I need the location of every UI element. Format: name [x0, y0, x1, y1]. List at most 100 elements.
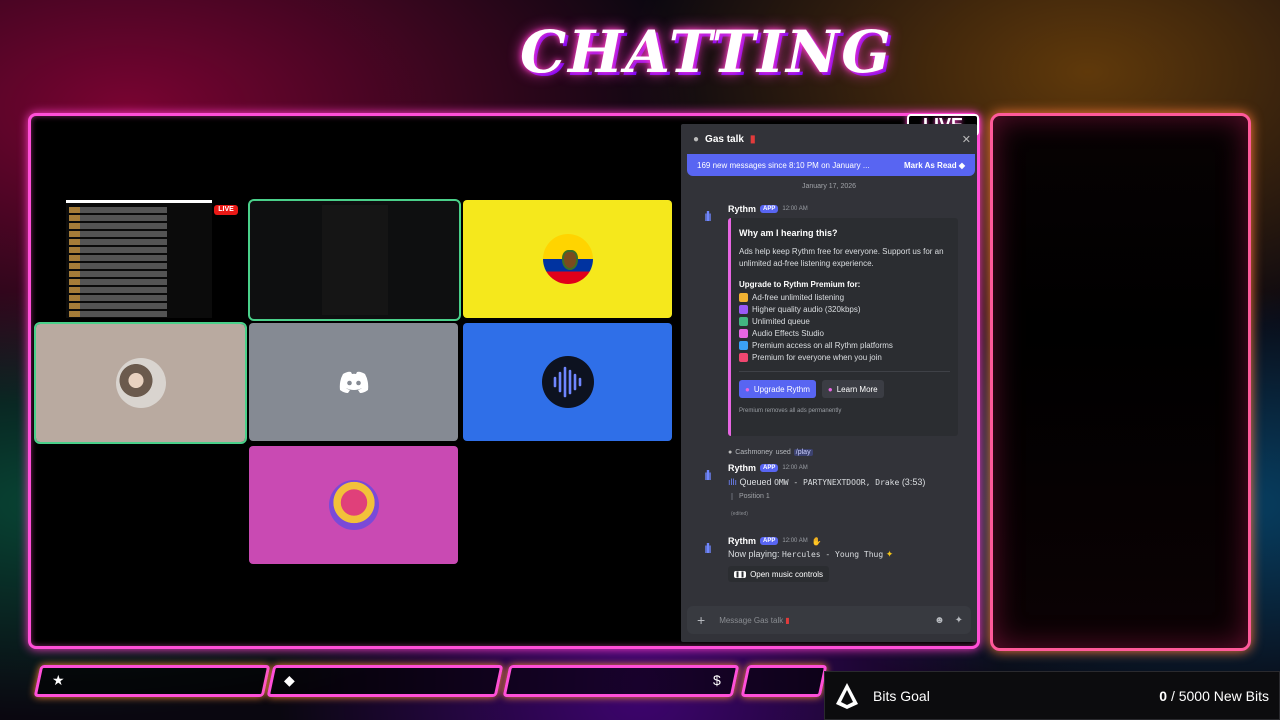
- rythm-wave-icon: [541, 356, 594, 408]
- discord-chat-panel: ● Gas talk ▮ ✕ 169 new messages since 8:…: [681, 124, 977, 642]
- wave-icon: ıllı: [728, 477, 737, 487]
- participant-tile-rythm[interactable]: [463, 323, 672, 441]
- bits-goal-target: / 5000 New Bits: [1170, 687, 1269, 704]
- channel-header: ● Gas talk ▮ ✕: [681, 124, 977, 154]
- bottom-bar-2: [266, 665, 504, 697]
- upgrade-rythm-button[interactable]: ● Upgrade Rythm: [739, 380, 816, 398]
- queued-duration: (3:53): [901, 477, 926, 487]
- message-rythm-now-playing: ıllı Rythm APP 12:00 AM ✋ Now playing: H…: [695, 536, 965, 586]
- author-name[interactable]: Rythm: [728, 204, 756, 214]
- premium-embed: Why am I hearing this? Ads help keep Ryt…: [728, 218, 958, 436]
- feature-icon: [739, 292, 748, 302]
- video-tile-camera[interactable]: [248, 199, 461, 321]
- feature-label: Higher quality audio (320kbps): [752, 304, 861, 314]
- bits-goal-widget: Bits Goal 0 / 5000 New Bits: [824, 671, 1280, 720]
- feature-item: Ad-free unlimited listening: [739, 291, 950, 303]
- mini-stream-chat-tile[interactable]: [66, 200, 212, 318]
- pause-icon: ❚❚: [734, 570, 747, 578]
- author-name[interactable]: Rythm: [728, 536, 756, 546]
- channel-name: Gas talk: [705, 133, 744, 145]
- feature-label: Premium for everyone when you join: [752, 352, 882, 362]
- input-placeholder: Message Gas talk: [719, 615, 784, 625]
- discord-logo-icon: [339, 371, 368, 393]
- bits-current: 0: [1159, 687, 1168, 704]
- rythm-logo-icon: ●: [827, 384, 833, 394]
- participant-tile-photo[interactable]: [34, 322, 247, 444]
- bits-gem-icon: [836, 682, 858, 709]
- sparkles-icon: ✦: [885, 549, 894, 559]
- hand-icon: ✋: [811, 536, 822, 546]
- edited-marker: (edited): [731, 511, 748, 517]
- rythm-avatar-icon[interactable]: ıllı: [695, 463, 719, 487]
- participant-tile-flag[interactable]: [463, 200, 672, 318]
- learn-more-button[interactable]: ● Learn More: [821, 380, 884, 398]
- embed-divider: [739, 371, 950, 372]
- feature-icon: [739, 316, 748, 326]
- dollar-icon: $: [713, 672, 721, 688]
- feature-item: Audio Effects Studio: [739, 327, 950, 339]
- mark-as-read-button[interactable]: Mark As Read ◆: [904, 161, 965, 170]
- feature-icon: [739, 304, 748, 314]
- learn-more-label: Learn More: [836, 384, 878, 394]
- rythm-logo-icon: ●: [745, 384, 750, 394]
- queued-track: OMW - PARTYNEXTDOOR, Drake: [774, 478, 900, 487]
- feature-item: Premium access on all Rythm platforms: [739, 339, 950, 351]
- timestamp: 12:00 AM: [782, 206, 808, 212]
- upgrade-label: Upgrade Rythm: [753, 384, 810, 394]
- position-text: Position 1: [731, 493, 770, 500]
- fuel-pump-icon: ▮: [785, 615, 790, 625]
- feature-item: Premium for everyone when you join: [739, 351, 950, 363]
- star-icon: ★: [52, 672, 65, 688]
- feature-label: Premium access on all Rythm platforms: [752, 340, 893, 350]
- author-name[interactable]: Rythm: [728, 463, 756, 473]
- participant-tile-cartoon[interactable]: [249, 446, 458, 564]
- mark-as-read-label: Mark As Read: [903, 160, 957, 170]
- slash-command: /play: [793, 449, 813, 456]
- open-music-controls-button[interactable]: ❚❚ Open music controls: [728, 566, 829, 582]
- queued-label: Queued: [739, 477, 772, 487]
- app-tag: APP: [760, 205, 779, 213]
- message-rythm-ad: ıllı Rythm APP 12:00 AM Why am I hearing…: [695, 204, 965, 444]
- feature-label: Ad-free unlimited listening: [752, 292, 845, 302]
- bottom-bar-4: [740, 665, 828, 697]
- close-icon[interactable]: ✕: [962, 133, 971, 146]
- feature-icon: [739, 340, 748, 350]
- new-messages-bar[interactable]: 169 new messages since 8:10 PM on Januar…: [687, 154, 975, 176]
- flag-avatar: [542, 234, 593, 284]
- mini-live-badge: LIVE: [214, 205, 238, 215]
- user-avatar-icon: ●: [728, 449, 733, 456]
- mark-read-icon: ◆: [958, 160, 965, 170]
- participant-tile-discord[interactable]: [249, 323, 458, 441]
- message-rythm-queued: ● Cashmoney used /play ıllı Rythm APP 12…: [695, 449, 965, 524]
- app-tag-text: APP: [763, 538, 776, 544]
- emoji-icon[interactable]: ☻: [934, 615, 945, 626]
- now-playing-label: Now playing:: [728, 549, 780, 559]
- app-tag-text: APP: [763, 465, 776, 471]
- feature-item: Unlimited queue: [739, 315, 950, 327]
- queued-line: ıllı Queued OMW - PARTYNEXTDOOR, Drake (…: [728, 477, 925, 487]
- embed-title: Why am I hearing this?: [739, 228, 838, 238]
- now-playing-track: Hercules - Young Thug: [782, 550, 884, 559]
- plus-icon[interactable]: +: [697, 612, 705, 628]
- timestamp: 12:00 AM: [782, 465, 808, 471]
- rythm-avatar-icon[interactable]: ıllı: [695, 536, 719, 560]
- app-tag: APP: [760, 537, 779, 545]
- reply-context[interactable]: ● Cashmoney used /play: [728, 449, 813, 456]
- feature-icon: [739, 328, 748, 338]
- reply-user: Cashmoney: [735, 449, 773, 456]
- now-playing-line: Now playing: Hercules - Young Thug ✦: [728, 549, 893, 560]
- rythm-avatar-icon[interactable]: ıllı: [695, 204, 719, 228]
- apps-icon[interactable]: ✦: [955, 615, 963, 626]
- timestamp: 12:00 AM: [782, 538, 808, 544]
- embed-footer: Premium removes all ads permanently: [739, 408, 842, 414]
- features-heading: Upgrade to Rythm Premium for:: [739, 280, 861, 289]
- embed-description: Ads help keep Rythm free for everyone. S…: [739, 247, 944, 268]
- new-messages-text: 169 new messages since 8:10 PM on Januar…: [697, 160, 870, 170]
- feature-label: Audio Effects Studio: [752, 328, 824, 338]
- bits-goal-count: 0 / 5000 New Bits: [1159, 688, 1269, 704]
- message-input[interactable]: + Message Gas talk ▮ ☻ ✦: [687, 606, 971, 634]
- reply-used: used: [775, 449, 791, 456]
- scene-title: CHATTING: [520, 18, 893, 86]
- chat-bubble-icon: ●: [693, 133, 700, 145]
- bottom-bar-3: [502, 665, 740, 697]
